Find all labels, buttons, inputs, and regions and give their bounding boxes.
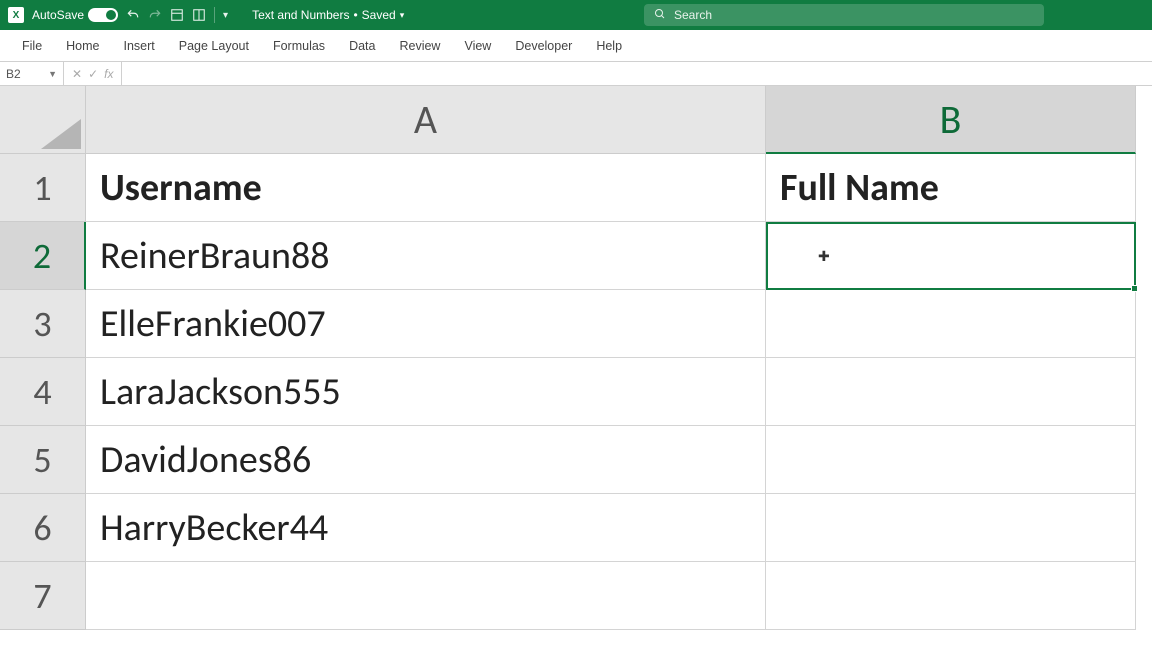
row-header-3[interactable]: 3: [0, 290, 86, 358]
cell-A4[interactable]: LaraJackson555: [86, 358, 766, 426]
redo-button[interactable]: [148, 8, 162, 22]
row-headers: 1 2 3 4 5 6 7: [0, 154, 86, 630]
formula-bar: B2 ▼ ✕ ✓ fx: [0, 62, 1152, 86]
column-header-B[interactable]: B: [766, 86, 1136, 154]
cell-B6[interactable]: [766, 494, 1136, 562]
qat-icon-2[interactable]: [192, 8, 206, 22]
search-icon: [654, 8, 666, 23]
row-header-5[interactable]: 5: [0, 426, 86, 494]
tab-help[interactable]: Help: [584, 30, 634, 61]
formula-input[interactable]: [122, 62, 1152, 85]
tab-file[interactable]: File: [10, 30, 54, 61]
tab-insert[interactable]: Insert: [112, 30, 167, 61]
chevron-down-icon: ▾: [400, 10, 405, 21]
tab-developer[interactable]: Developer: [503, 30, 584, 61]
cell-B2[interactable]: [766, 222, 1136, 290]
search-placeholder: Search: [674, 8, 712, 22]
cell-A1[interactable]: Username: [86, 154, 766, 222]
document-title[interactable]: Text and Numbers • Saved ▾: [252, 8, 404, 22]
separator: [214, 7, 215, 23]
cell-A7[interactable]: [86, 562, 766, 630]
autosave-toggle[interactable]: AutoSave: [32, 8, 118, 22]
row-header-4[interactable]: 4: [0, 358, 86, 426]
row-header-1[interactable]: 1: [0, 154, 86, 222]
excel-app-icon: X: [8, 7, 24, 23]
toggle-switch-icon[interactable]: [88, 8, 118, 22]
fx-icon[interactable]: fx: [104, 67, 113, 81]
cell-A6[interactable]: HarryBecker44: [86, 494, 766, 562]
cells: Username Full Name ReinerBraun88 ElleFra…: [86, 154, 1136, 630]
autosave-label: AutoSave: [32, 8, 84, 22]
cell-A3[interactable]: ElleFrankie007: [86, 290, 766, 358]
select-all-button[interactable]: [0, 86, 86, 154]
row-header-2[interactable]: 2: [0, 222, 86, 290]
tab-review[interactable]: Review: [387, 30, 452, 61]
tab-page-layout[interactable]: Page Layout: [167, 30, 261, 61]
ribbon-tabs: File Home Insert Page Layout Formulas Da…: [0, 30, 1152, 62]
cell-B1[interactable]: Full Name: [766, 154, 1136, 222]
cell-B5[interactable]: [766, 426, 1136, 494]
search-input[interactable]: Search: [644, 4, 1044, 26]
tab-data[interactable]: Data: [337, 30, 387, 61]
cell-B4[interactable]: [766, 358, 1136, 426]
qat-customize-icon[interactable]: ▾: [223, 10, 228, 21]
title-bar: X AutoSave ▾ Text and Numbers • Saved ▾ …: [0, 0, 1152, 30]
cell-A2[interactable]: ReinerBraun88: [86, 222, 766, 290]
column-header-A[interactable]: A: [86, 86, 766, 154]
undo-button[interactable]: [126, 8, 140, 22]
cell-A5[interactable]: DavidJones86: [86, 426, 766, 494]
accept-formula-icon[interactable]: ✓: [88, 67, 98, 81]
chevron-down-icon[interactable]: ▼: [48, 69, 57, 79]
qat-icon-1[interactable]: [170, 8, 184, 22]
cell-B3[interactable]: [766, 290, 1136, 358]
row-header-7[interactable]: 7: [0, 562, 86, 630]
tab-view[interactable]: View: [452, 30, 503, 61]
row-header-6[interactable]: 6: [0, 494, 86, 562]
tab-formulas[interactable]: Formulas: [261, 30, 337, 61]
column-headers: A B: [86, 86, 1136, 154]
cancel-formula-icon[interactable]: ✕: [72, 67, 82, 81]
name-box[interactable]: B2 ▼: [0, 62, 64, 85]
tab-home[interactable]: Home: [54, 30, 111, 61]
cell-B7[interactable]: [766, 562, 1136, 630]
